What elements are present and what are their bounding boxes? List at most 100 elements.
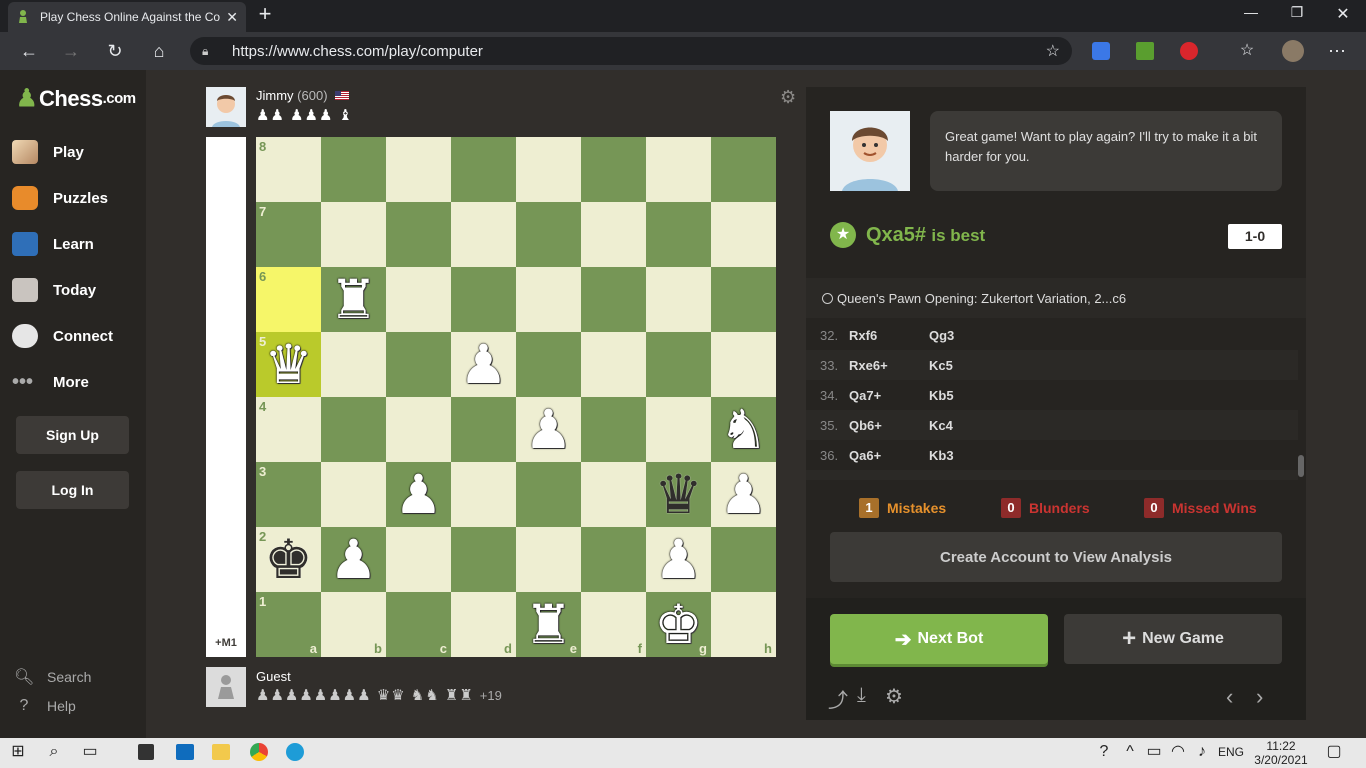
square-a1[interactable]: 1a	[256, 592, 321, 657]
square-a5[interactable]: 5 ♛	[256, 332, 321, 397]
square-e7[interactable]	[516, 202, 581, 267]
black-queen-piece[interactable]: ♛	[654, 468, 702, 522]
square-c7[interactable]	[386, 202, 451, 267]
square-f2[interactable]	[581, 527, 646, 592]
favorites-icon[interactable]: ☆	[1236, 40, 1258, 62]
square-h7[interactable]	[711, 202, 776, 267]
square-c5[interactable]	[386, 332, 451, 397]
square-f3[interactable]	[581, 462, 646, 527]
white-queen-piece[interactable]: ♛	[264, 338, 312, 392]
white-rook-piece[interactable]: ♜	[329, 273, 377, 327]
square-d5[interactable]: ♟	[451, 332, 516, 397]
square-c6[interactable]	[386, 267, 451, 332]
square-b3[interactable]	[321, 462, 386, 527]
sidebar-item-learn[interactable]: Learn	[12, 229, 146, 259]
white-rook-piece[interactable]: ♜	[524, 598, 572, 652]
white-king-piece[interactable]: ♚	[654, 598, 702, 652]
language-indicator[interactable]: ENG	[1218, 745, 1244, 759]
opening-name[interactable]: Queen's Pawn Opening: Zukertort Variatio…	[822, 291, 1126, 306]
white-move[interactable]: Qa6+	[849, 448, 881, 463]
square-c2[interactable]	[386, 527, 451, 592]
taskbar-clock[interactable]: 11:22 3/20/2021	[1254, 739, 1308, 767]
chess-logo[interactable]: ♟ Chess .com	[16, 84, 136, 113]
sidebar-search[interactable]: 🔍︎ Search	[14, 667, 91, 687]
minimize-icon[interactable]: —	[1228, 4, 1274, 26]
square-g8[interactable]	[646, 137, 711, 202]
square-g7[interactable]	[646, 202, 711, 267]
back-icon[interactable]: ←	[18, 40, 40, 62]
create-account-button[interactable]: Create Account to View Analysis	[830, 532, 1282, 582]
sidebar-item-more[interactable]: ••• More	[12, 367, 146, 397]
square-h4[interactable]: ♞	[711, 397, 776, 462]
square-a8[interactable]: 8	[256, 137, 321, 202]
move-list[interactable]: 32. Rxf6 Qg3 33. Rxe6+ Kc5 34. Qa7+ Kb5 35. Qb6+ Kc…	[806, 320, 1300, 480]
square-f7[interactable]	[581, 202, 646, 267]
board-settings-gear-icon[interactable]: ⚙	[780, 87, 796, 108]
battery-icon[interactable]: ▭	[1144, 742, 1164, 762]
square-d2[interactable]	[451, 527, 516, 592]
black-move[interactable]: Kc5	[929, 358, 953, 373]
move-list-scrollbar[interactable]	[1298, 455, 1304, 477]
white-move[interactable]: Rxe6+	[849, 358, 888, 373]
square-f6[interactable]	[581, 267, 646, 332]
square-a6[interactable]: 6	[256, 267, 321, 332]
white-move[interactable]: Rb6+	[849, 478, 881, 480]
missed-wins-stat[interactable]: 0 Missed Wins	[1144, 498, 1257, 518]
square-b4[interactable]	[321, 397, 386, 462]
square-c4[interactable]	[386, 397, 451, 462]
square-e3[interactable]	[516, 462, 581, 527]
windows-start-icon[interactable]: ⊞	[8, 742, 28, 762]
square-b5[interactable]	[321, 332, 386, 397]
reload-icon[interactable]: ↻	[104, 40, 126, 62]
square-d8[interactable]	[451, 137, 516, 202]
square-f8[interactable]	[581, 137, 646, 202]
square-c1[interactable]: c	[386, 592, 451, 657]
square-a7[interactable]: 7	[256, 202, 321, 267]
sidebar-item-play[interactable]: Play	[12, 137, 146, 167]
white-move[interactable]: Qa7+	[849, 388, 881, 403]
sidebar-item-puzzles[interactable]: Puzzles	[12, 183, 146, 213]
white-pawn-piece[interactable]: ♟	[654, 533, 702, 587]
square-e6[interactable]	[516, 267, 581, 332]
new-game-button[interactable]: + New Game	[1064, 614, 1282, 664]
tray-chevron-icon[interactable]: ^	[1120, 742, 1140, 762]
volume-icon[interactable]: ♪	[1192, 742, 1212, 762]
black-king-piece[interactable]: ♚	[264, 533, 312, 587]
chevron-right-icon[interactable]: ›	[1256, 684, 1263, 710]
settings-gear-icon[interactable]: ⚙	[885, 684, 903, 709]
taskbar-search-icon[interactable]: ⌕	[44, 742, 64, 762]
square-f4[interactable]	[581, 397, 646, 462]
square-b2[interactable]: ♟	[321, 527, 386, 592]
white-move[interactable]: Qb6+	[849, 418, 882, 433]
white-pawn-piece[interactable]: ♟	[329, 533, 377, 587]
square-e5[interactable]	[516, 332, 581, 397]
square-e1[interactable]: e ♜	[516, 592, 581, 657]
edge-icon[interactable]	[286, 743, 304, 761]
square-a2[interactable]: 2 ♚	[256, 527, 321, 592]
log-in-button[interactable]: Log In	[16, 471, 129, 509]
sidebar-item-today[interactable]: Today	[12, 275, 146, 305]
restore-icon[interactable]: ❐	[1274, 4, 1320, 26]
black-move[interactable]: Kc4	[929, 418, 953, 433]
wifi-icon[interactable]: ◠	[1168, 742, 1188, 762]
square-h5[interactable]	[711, 332, 776, 397]
white-pawn-piece[interactable]: ♟	[524, 403, 572, 457]
sign-up-button[interactable]: Sign Up	[16, 416, 129, 454]
square-b7[interactable]	[321, 202, 386, 267]
help-tray-icon[interactable]: ?	[1094, 742, 1114, 762]
square-e2[interactable]	[516, 527, 581, 592]
square-g5[interactable]	[646, 332, 711, 397]
square-b6[interactable]: ♜	[321, 267, 386, 332]
square-e8[interactable]	[516, 137, 581, 202]
white-pawn-piece[interactable]: ♟	[394, 468, 442, 522]
square-f5[interactable]	[581, 332, 646, 397]
square-c3[interactable]: ♟	[386, 462, 451, 527]
new-tab-icon[interactable]: +	[254, 3, 276, 26]
block-extension-icon[interactable]	[1180, 42, 1198, 60]
download-extension-icon[interactable]	[1136, 42, 1154, 60]
square-d6[interactable]	[451, 267, 516, 332]
square-d3[interactable]	[451, 462, 516, 527]
square-h3[interactable]: ♟	[711, 462, 776, 527]
chevron-left-icon[interactable]: ‹	[1226, 684, 1233, 710]
sidebar-help[interactable]: ? Help	[14, 697, 76, 715]
